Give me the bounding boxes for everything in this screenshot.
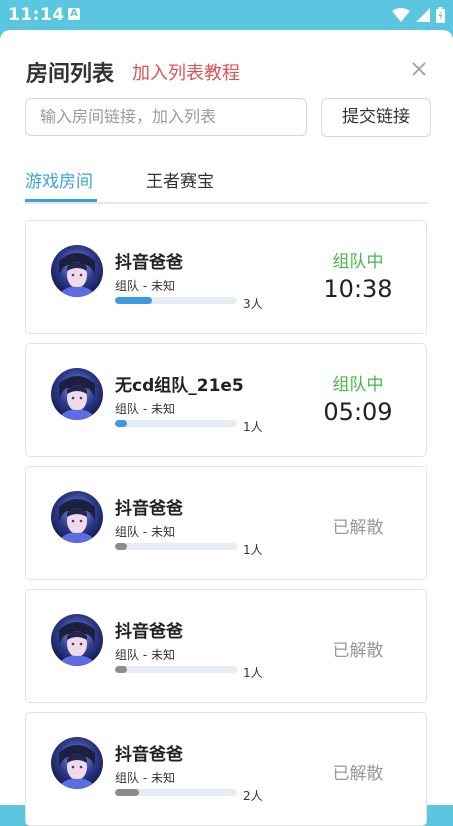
avatar	[51, 245, 103, 297]
member-progress-bar	[115, 297, 237, 304]
member-progress-fill	[115, 297, 152, 304]
avatar	[51, 737, 103, 789]
room-status: 已解散	[332, 518, 384, 538]
tab-game-rooms[interactable]: 游戏房间	[25, 167, 93, 192]
room-card[interactable]: 抖音爸爸 组队 - 未知 1人 已解散	[25, 589, 427, 703]
room-name: 抖音爸爸	[115, 499, 183, 519]
member-count: 1人	[243, 543, 263, 557]
member-progress-bar	[115, 420, 237, 427]
page-title: 房间列表	[26, 62, 115, 87]
close-icon[interactable]	[406, 56, 432, 82]
member-progress-bar	[115, 543, 237, 550]
room-card[interactable]: 无cd组队_21e5 组队 - 未知 1人 组队中 05:09	[25, 343, 427, 457]
room-timer: 10:38	[323, 275, 393, 303]
room-mode: 组队 - 未知	[115, 402, 175, 416]
member-progress-bar	[115, 789, 237, 796]
tab-wangzhe-saibao[interactable]: 王者赛宝	[146, 167, 214, 192]
avatar	[51, 614, 103, 666]
member-progress-bar	[115, 666, 237, 673]
avatar	[51, 491, 103, 543]
room-name: 抖音爸爸	[115, 622, 183, 642]
member-progress-fill	[115, 666, 128, 673]
member-progress-fill	[115, 789, 140, 796]
room-name: 无cd组队_21e5	[115, 376, 244, 396]
room-card[interactable]: 抖音爸爸 组队 - 未知 2人 已解散	[25, 712, 427, 826]
submit-link-button[interactable]: 提交链接	[321, 98, 431, 137]
room-mode: 组队 - 未知	[115, 525, 175, 539]
room-status: 组队中	[332, 375, 384, 395]
room-status: 组队中	[332, 252, 384, 272]
room-timer: 05:09	[323, 398, 393, 426]
wifi-icon	[392, 8, 410, 22]
room-card[interactable]: 抖音爸爸 组队 - 未知 3人 组队中 10:38	[25, 220, 427, 334]
room-status: 已解散	[332, 764, 384, 784]
member-progress-fill	[115, 420, 128, 427]
notification-icon: A	[68, 8, 80, 20]
room-link-input[interactable]	[25, 98, 307, 136]
battery-icon	[436, 7, 445, 23]
status-time: 11:14	[8, 5, 65, 25]
room-status: 已解散	[332, 641, 384, 661]
member-progress-fill	[115, 543, 128, 550]
room-card[interactable]: 抖音爸爸 组队 - 未知 1人 已解散	[25, 466, 427, 580]
member-count: 3人	[243, 297, 263, 311]
status-bar: 11:14 A	[0, 0, 453, 30]
room-mode: 组队 - 未知	[115, 648, 175, 662]
signal-icon	[416, 8, 430, 22]
member-count: 2人	[243, 789, 263, 803]
status-icons	[392, 6, 445, 24]
active-tab-indicator	[25, 199, 97, 202]
room-list-sheet: 房间列表 加入列表教程 提交链接 游戏房间 王者赛宝	[0, 30, 453, 826]
room-name: 抖音爸爸	[115, 745, 183, 765]
room-mode: 组队 - 未知	[115, 279, 175, 293]
member-count: 1人	[243, 420, 263, 434]
tutorial-link[interactable]: 加入列表教程	[132, 59, 240, 85]
avatar	[51, 368, 103, 420]
room-mode: 组队 - 未知	[115, 771, 175, 785]
tab-bar: 游戏房间 王者赛宝	[25, 164, 428, 204]
member-count: 1人	[243, 666, 263, 680]
room-name: 抖音爸爸	[115, 253, 183, 273]
